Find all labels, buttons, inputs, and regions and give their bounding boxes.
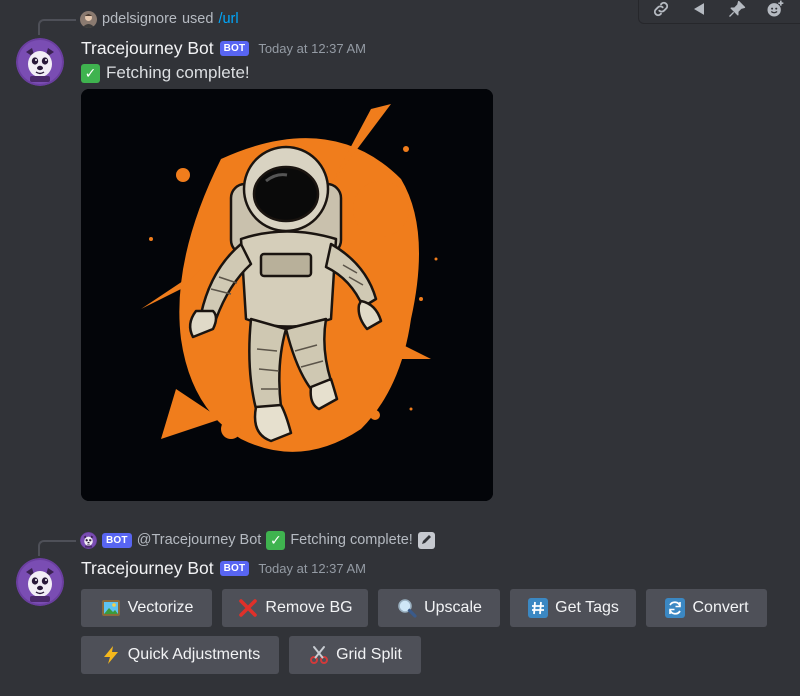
bot-avatar[interactable]: [16, 558, 64, 606]
picture-frame-icon: [100, 597, 122, 619]
button-label: Vectorize: [127, 599, 194, 616]
convert-button[interactable]: Convert: [646, 589, 767, 627]
get-tags-button[interactable]: Get Tags: [510, 589, 636, 627]
reply-username[interactable]: pdelsignore: [102, 11, 177, 27]
red-x-icon: [237, 597, 259, 619]
check-mark-emoji: ✓: [266, 530, 286, 550]
reply-spine: [38, 540, 76, 556]
magnifier-icon: [396, 597, 418, 619]
button-label: Quick Adjustments: [127, 646, 261, 663]
scissors-icon: [308, 644, 330, 666]
timestamp[interactable]: Today at 12:37 AM: [258, 41, 366, 56]
bot-badge: BOT: [219, 41, 250, 56]
author-name[interactable]: Tracejourney Bot: [81, 558, 214, 579]
message-text: ✓ Fetching complete!: [81, 63, 250, 83]
link-icon[interactable]: [647, 0, 675, 22]
upscale-button[interactable]: Upscale: [378, 589, 500, 627]
reply-icon[interactable]: [685, 0, 713, 22]
remove-bg-button[interactable]: Remove BG: [222, 589, 368, 627]
reply-text: Fetching complete!: [290, 532, 413, 548]
check-mark-emoji: ✓: [81, 63, 100, 83]
grid-split-button[interactable]: Grid Split: [289, 636, 421, 674]
button-label: Remove BG: [265, 599, 353, 616]
pin-icon[interactable]: [723, 0, 751, 22]
add-reaction-icon[interactable]: [761, 0, 789, 22]
reply-spine: [38, 19, 76, 35]
message-header: Tracejourney Bot BOT Today at 12:37 AM: [81, 38, 366, 59]
user-mini-avatar[interactable]: [80, 10, 97, 28]
button-label: Grid Split: [336, 646, 402, 663]
bot-avatar-icon[interactable]: [80, 532, 97, 549]
quick-adjustments-button[interactable]: Quick Adjustments: [81, 636, 279, 674]
bot-badge: BOT: [219, 561, 250, 576]
message-header: Tracejourney Bot BOT Today at 12:37 AM: [81, 558, 366, 579]
bot-avatar[interactable]: [16, 38, 64, 86]
button-label: Upscale: [424, 599, 482, 616]
bot-badge: BOT: [102, 532, 132, 548]
button-label: Convert: [692, 599, 749, 616]
attachment-image[interactable]: [81, 89, 493, 501]
refresh-icon: [664, 597, 686, 619]
lightning-icon: [100, 644, 122, 666]
message-content: Fetching complete!: [106, 63, 250, 82]
slash-command-link[interactable]: /url: [218, 11, 238, 27]
reply-mention[interactable]: @Tracejourney Bot: [137, 532, 262, 548]
astronaut-illustration: [81, 89, 493, 501]
reply-used-text: used: [181, 11, 214, 27]
edit-pencil-icon: [417, 531, 435, 549]
hash-icon: [527, 597, 549, 619]
vectorize-button[interactable]: Vectorize: [81, 589, 212, 627]
message-hover-toolbar: [638, 0, 800, 24]
author-name[interactable]: Tracejourney Bot: [81, 38, 214, 59]
timestamp[interactable]: Today at 12:37 AM: [258, 561, 366, 576]
button-label: Get Tags: [555, 599, 619, 616]
